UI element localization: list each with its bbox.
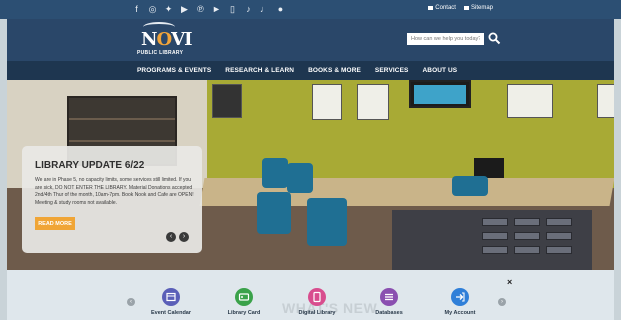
nav-services[interactable]: SERVICES	[375, 67, 409, 74]
library-card-icon	[235, 288, 253, 306]
instagram-icon[interactable]: ◎	[148, 4, 157, 14]
tablet-icon	[308, 288, 326, 306]
hero-photo-cabinet	[392, 210, 592, 270]
quicklinks-prev-button[interactable]: ‹	[127, 298, 135, 306]
slide-next-button[interactable]: ›	[179, 232, 189, 242]
hero-photo-chair	[307, 198, 347, 246]
library-logo[interactable]: NOVI PUBLIC LIBRARY	[133, 22, 193, 58]
tiktok-icon[interactable]: ♩	[260, 4, 269, 14]
calendar-icon	[162, 288, 180, 306]
nav-research-learn[interactable]: RESEARCH & LEARN	[225, 67, 294, 74]
hero-photo-poster	[212, 84, 242, 118]
sitemap-label: Sitemap	[470, 5, 493, 11]
card-body: We are in Phase 5, no capacity limits, s…	[35, 177, 194, 206]
social-links: f ◎ ✦ ▶ ℗ ► ▯ ♪ ♩ ●	[132, 4, 285, 14]
read-more-button[interactable]: READ MORE	[35, 217, 75, 230]
nav-programs-events[interactable]: PROGRAMS & EVENTS	[137, 67, 211, 74]
pinterest-icon[interactable]: ℗	[196, 4, 205, 14]
mail-icon	[428, 6, 434, 10]
sitemap-icon	[463, 6, 469, 10]
play-icon[interactable]: ►	[212, 4, 221, 14]
contact-label: Contact	[435, 5, 456, 11]
mobile-icon[interactable]: ▯	[228, 4, 237, 14]
sitemap-link[interactable]: Sitemap	[463, 5, 493, 11]
nav-books-more[interactable]: BOOKS & MORE	[308, 67, 361, 74]
hero-photo-poster	[507, 84, 553, 118]
quicklink-databases[interactable]: Databases	[354, 288, 424, 316]
quicklink-my-account[interactable]: My Account	[425, 288, 495, 316]
quicklinks-next-button[interactable]: ›	[498, 298, 506, 306]
quicklink-label: Library Card	[227, 310, 261, 316]
search-input[interactable]	[407, 33, 484, 45]
whats-new-bar: WHAT'S NEW × ‹ › Event Calendar Library …	[7, 270, 614, 320]
podcast-icon[interactable]: ♪	[244, 4, 253, 14]
spotify-icon[interactable]: ●	[276, 4, 285, 14]
page-right-margin	[614, 19, 621, 320]
top-bar: f ◎ ✦ ▶ ℗ ► ▯ ♪ ♩ ● Contact Sitemap	[0, 0, 621, 19]
search-icon[interactable]	[488, 32, 501, 45]
database-icon	[380, 288, 398, 306]
hero-photo-tv	[409, 80, 471, 108]
close-icon[interactable]: ×	[507, 277, 512, 287]
twitter-icon[interactable]: ✦	[164, 4, 173, 14]
hero-photo-poster	[357, 84, 389, 120]
main-nav: PROGRAMS & EVENTS RESEARCH & LEARN BOOKS…	[7, 61, 614, 80]
facebook-icon[interactable]: f	[132, 4, 141, 14]
hero-photo-poster	[597, 84, 614, 118]
card-title: LIBRARY UPDATE 6/22	[35, 160, 145, 171]
slide-prev-button[interactable]: ‹	[166, 232, 176, 242]
login-icon	[451, 288, 469, 306]
youtube-icon[interactable]: ▶	[180, 4, 189, 14]
quicklink-digital-library[interactable]: Digital Library	[282, 288, 352, 316]
hero-photo-poster	[312, 84, 342, 120]
hero-photo-chair	[262, 158, 288, 188]
nav-about-us[interactable]: ABOUT US	[422, 67, 457, 74]
quicklink-label: Event Calendar	[150, 310, 192, 316]
library-update-card: LIBRARY UPDATE 6/22 We are in Phase 5, n…	[22, 146, 202, 253]
quicklink-event-calendar[interactable]: Event Calendar	[136, 288, 206, 316]
quicklink-label: Databases	[375, 310, 403, 316]
hero-photo-chair	[287, 163, 313, 193]
logo-subtitle: PUBLIC LIBRARY	[137, 50, 184, 56]
quicklink-label: Digital Library	[298, 310, 336, 316]
contact-link[interactable]: Contact	[428, 5, 456, 11]
hero-photo-chair	[257, 192, 291, 234]
quicklink-library-card[interactable]: Library Card	[209, 288, 279, 316]
quicklink-label: My Account	[444, 310, 476, 316]
site-header: NOVI PUBLIC LIBRARY	[7, 19, 614, 61]
hero-photo-chair	[452, 176, 488, 196]
logo-wordmark: NOVI	[141, 29, 193, 50]
